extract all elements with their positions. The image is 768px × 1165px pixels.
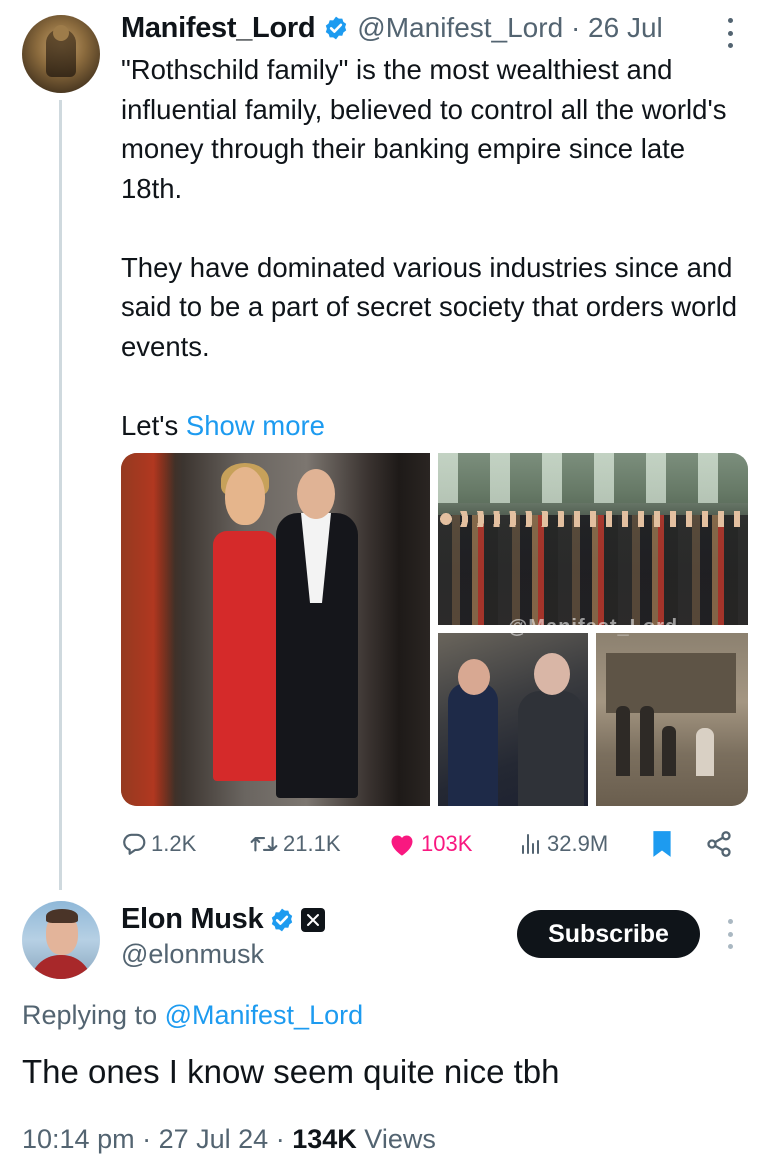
image-watermark: @Manifest_Lord: [507, 616, 679, 638]
views-count: 32.9M: [547, 831, 609, 856]
media-photo-4[interactable]: [596, 633, 748, 806]
reply-text: The ones I know seem quite nice tbh: [22, 1053, 560, 1090]
bookmark-icon: [653, 831, 671, 857]
bookmark-button[interactable]: [651, 824, 673, 864]
retweet-count: 21.1K: [283, 831, 341, 856]
heart-icon: [391, 835, 413, 856]
retweet-button[interactable]: 21.1K: [249, 824, 341, 864]
reply-time[interactable]: 10:14 pm: [22, 1124, 135, 1154]
like-button[interactable]: 103K: [388, 824, 472, 864]
thread-connector-line: [59, 100, 62, 890]
tweet-action-bar: 1.2K 21.1K 103K 32.9M: [121, 824, 741, 864]
subscribe-button[interactable]: Subscribe: [517, 910, 700, 958]
like-count: 103K: [421, 831, 473, 856]
reply-views-count: 134K: [292, 1124, 357, 1154]
views-button[interactable]: 32.9M: [519, 824, 608, 864]
replying-to-handle-link[interactable]: @Manifest_Lord: [165, 1000, 364, 1030]
reply-author-handle[interactable]: @elonmusk: [121, 939, 264, 970]
views-icon: [522, 834, 539, 854]
author-handle[interactable]: @Manifest_Lord: [357, 12, 563, 44]
reply-icon: [123, 833, 146, 855]
show-more-link[interactable]: Show more: [186, 410, 325, 441]
verified-badge-icon: [326, 16, 347, 40]
media-photo-2[interactable]: [438, 453, 748, 625]
tweet-date[interactable]: 26 Jul: [588, 12, 663, 44]
tweet-paragraph-2: They have dominated various industries s…: [121, 251, 737, 362]
reply-views-label: Views: [364, 1124, 436, 1154]
tweet-media-grid: @Manifest_Lord: [121, 453, 748, 806]
author-avatar[interactable]: [22, 15, 100, 93]
tweet-paragraph-3: Let's Show more: [121, 409, 325, 441]
reply-count: 1.2K: [151, 831, 197, 856]
more-options-icon[interactable]: [724, 18, 736, 48]
reply-author-name[interactable]: Elon Musk: [121, 903, 264, 936]
tweet-text: "Rothschild family" is the most wealthie…: [121, 50, 751, 485]
date-separator: ·: [570, 12, 581, 43]
share-button[interactable]: [705, 824, 733, 864]
more-options-icon[interactable]: [724, 919, 736, 949]
reply-button[interactable]: 1.2K: [121, 824, 196, 864]
reply-metadata: 10:14 pm · 27 Jul 24 · 134K Views: [22, 1124, 436, 1154]
media-photo-3[interactable]: [438, 633, 588, 806]
media-photo-1[interactable]: [121, 453, 430, 806]
author-name[interactable]: Manifest_Lord: [121, 12, 316, 45]
replying-to-line: Replying to @Manifest_Lord: [22, 1000, 364, 1030]
reply-date[interactable]: 27 Jul 24: [159, 1124, 269, 1154]
retweet-icon: [250, 836, 278, 852]
verified-badge-icon: [272, 908, 293, 931]
tweet-header: Manifest_Lord @Manifest_Lord · 26 Jul: [121, 10, 663, 46]
reply-author-avatar[interactable]: [22, 901, 100, 979]
share-icon: [707, 831, 731, 857]
tweet-paragraph-1: "Rothschild family" is the most wealthie…: [121, 54, 727, 204]
reply-author-row: Elon Musk: [121, 903, 326, 936]
x-premium-badge-icon: [301, 907, 326, 932]
